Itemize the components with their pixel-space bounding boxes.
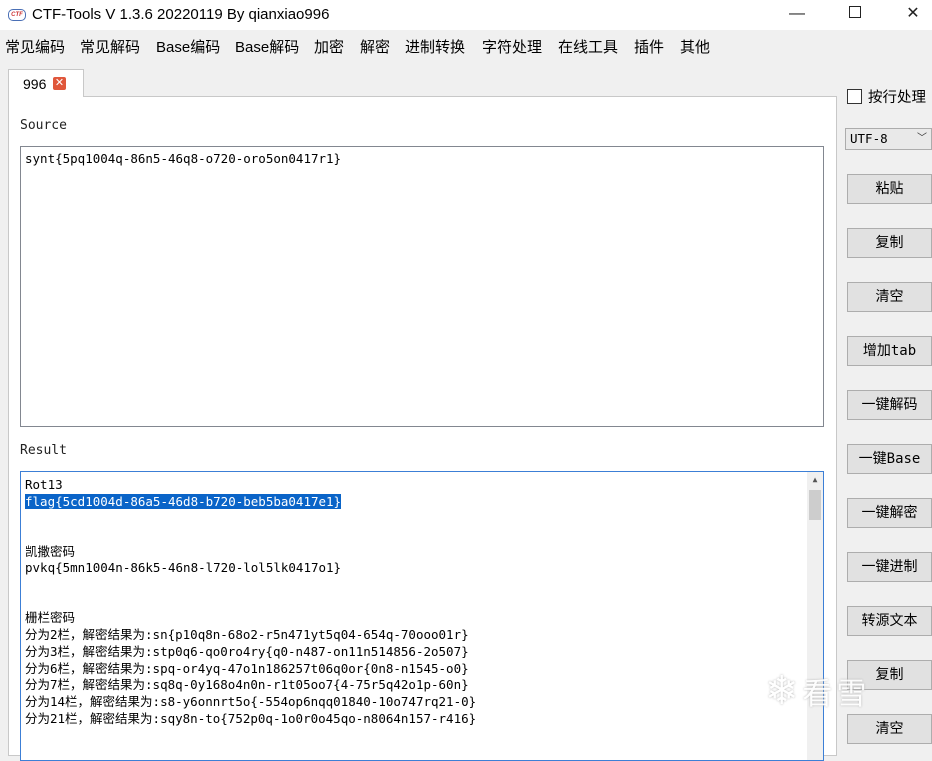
tab-996[interactable]: 996 ✕ bbox=[8, 69, 84, 97]
menu-base-decode[interactable]: Base解码 bbox=[235, 36, 299, 57]
close-button[interactable]: ✕ bbox=[890, 0, 932, 30]
result-line: 分为21栏，解密结果为:sqy8n-to{752p0q-1o0r0o45qo-n… bbox=[25, 710, 477, 726]
clear-result-button[interactable]: 清空 bbox=[847, 714, 932, 744]
source-textarea[interactable]: synt{5pq1004q-86n5-46q8-o720-oro5on0417r… bbox=[20, 146, 824, 427]
to-source-button[interactable]: 转源文本 bbox=[847, 606, 932, 636]
snowflake-icon: ❄ bbox=[765, 669, 799, 713]
maximize-button[interactable] bbox=[832, 0, 878, 30]
result-line: 分为6栏，解密结果为:spq-or4yq-47o1n186257t06q0or{… bbox=[25, 660, 469, 676]
menu-base-encode[interactable]: Base编码 bbox=[156, 36, 220, 57]
minimize-button[interactable]: — bbox=[774, 0, 820, 30]
result-textarea[interactable]: Rot13 flag{5cd1004d-86a5-46d8-b720-beb5b… bbox=[20, 471, 824, 761]
blank-lines bbox=[25, 577, 819, 610]
menu-common-encode[interactable]: 常见编码 bbox=[5, 36, 65, 57]
copy-source-button[interactable]: 复制 bbox=[847, 228, 932, 258]
result-line: 分为7栏，解密结果为:sq8q-0y168o4n0n-r1t05oo7{4-75… bbox=[25, 677, 469, 693]
menu-radix-convert[interactable]: 进制转换 bbox=[405, 36, 465, 57]
checkbox-box[interactable] bbox=[847, 89, 862, 104]
title-bar: CTF CTF-Tools V 1.3.6 20220119 By qianxi… bbox=[0, 0, 932, 30]
result-line: 凯撒密码 bbox=[25, 543, 76, 559]
menu-decrypt[interactable]: 解密 bbox=[360, 36, 390, 57]
result-line: Rot13 bbox=[25, 477, 63, 492]
one-click-base-button[interactable]: 一键Base bbox=[847, 444, 932, 474]
result-scrollbar[interactable]: ▲ bbox=[807, 472, 823, 760]
encoding-select[interactable]: UTF-8 ﹀ bbox=[845, 128, 932, 150]
menu-other[interactable]: 其他 bbox=[680, 36, 710, 57]
menu-encrypt[interactable]: 加密 bbox=[314, 36, 344, 57]
watermark: ❄ 看雪 bbox=[765, 668, 870, 714]
result-line: 分为14栏，解密结果为:s8-y6onnrt5o{-554op6nqq01840… bbox=[25, 694, 477, 710]
menu-online-tools[interactable]: 在线工具 bbox=[558, 36, 618, 57]
one-click-radix-button[interactable]: 一键进制 bbox=[847, 552, 932, 582]
chevron-down-icon: ﹀ bbox=[917, 133, 927, 144]
result-label: Result bbox=[20, 443, 67, 458]
window-title: CTF-Tools V 1.3.6 20220119 By qianxiao99… bbox=[32, 6, 330, 23]
result-line: 分为3栏，解密结果为:stp0q6-qo0ro4ry{q0-n487-on11n… bbox=[25, 643, 469, 659]
result-line: 栅栏密码 bbox=[25, 610, 76, 626]
one-click-decode-button[interactable]: 一键解码 bbox=[847, 390, 932, 420]
checkbox-label: 按行处理 bbox=[868, 90, 926, 106]
maximize-icon bbox=[849, 6, 861, 19]
source-text: synt{5pq1004q-86n5-46q8-o720-oro5on0417r… bbox=[25, 151, 342, 166]
scroll-up-arrow-icon[interactable]: ▲ bbox=[807, 472, 823, 488]
app-logo-icon: CTF bbox=[8, 9, 26, 21]
line-by-line-checkbox[interactable]: 按行处理 bbox=[847, 86, 926, 107]
paste-button[interactable]: 粘贴 bbox=[847, 174, 932, 204]
menu-common-decode[interactable]: 常见解码 bbox=[80, 36, 140, 57]
encoding-value: UTF-8 bbox=[850, 131, 888, 146]
menu-string-process[interactable]: 字符处理 bbox=[482, 36, 542, 57]
source-label: Source bbox=[20, 118, 67, 133]
watermark-text: 看雪 bbox=[802, 677, 871, 712]
tab-close-icon[interactable]: ✕ bbox=[53, 77, 66, 90]
result-line: 分为2栏，解密结果为:sn{p10q8n-68o2-r5n471yt5q04-6… bbox=[25, 626, 469, 642]
clear-source-button[interactable]: 清空 bbox=[847, 282, 932, 312]
menu-plugins[interactable]: 插件 bbox=[634, 36, 664, 57]
result-line-selected: flag{5cd1004d-86a5-46d8-b720-beb5ba0417e… bbox=[25, 493, 819, 511]
result-line: pvkq{5mn1004n-86k5-46n8-l720-lol5lk0417o… bbox=[25, 560, 342, 576]
tab-label: 996 bbox=[23, 76, 47, 92]
one-click-decrypt-button[interactable]: 一键解密 bbox=[847, 498, 932, 528]
selected-text: flag{5cd1004d-86a5-46d8-b720-beb5ba0417e… bbox=[25, 493, 342, 509]
blank-lines bbox=[25, 511, 819, 544]
scroll-thumb[interactable] bbox=[809, 490, 821, 520]
add-tab-button[interactable]: 增加tab bbox=[847, 336, 932, 366]
